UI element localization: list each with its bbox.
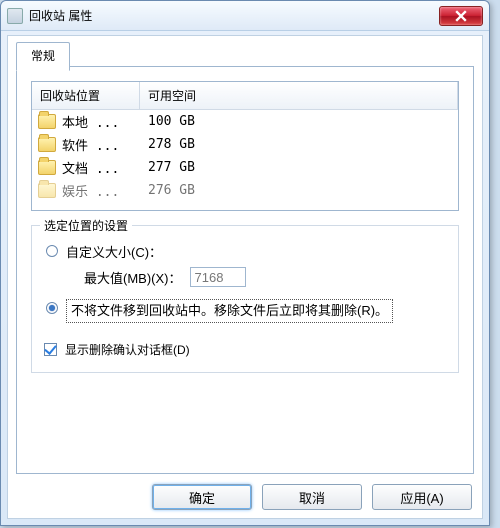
location-name: 娱乐 ...: [62, 181, 148, 200]
listview-body: 本地 ... 100 GB 软件 ... 278 GB 文档 ... 277 G…: [32, 110, 458, 202]
folder-icon: [38, 160, 56, 175]
dialog-buttons: 确定 取消 应用(A): [152, 484, 472, 510]
button-label: 确定: [189, 488, 215, 507]
location-name: 软件 ...: [62, 135, 148, 154]
location-listview[interactable]: 回收站位置 可用空间 本地 ... 100 GB 软件 ... 278 GB: [31, 81, 459, 211]
location-name: 文档 ...: [62, 158, 148, 177]
recycle-bin-icon: [7, 8, 23, 24]
radio-custom-size[interactable]: [46, 245, 58, 257]
client-area: 常规 回收站位置 可用空间 本地 ... 100 GB 软件 .: [7, 35, 483, 519]
list-item[interactable]: 软件 ... 278 GB: [32, 133, 458, 156]
list-item[interactable]: 文档 ... 277 GB: [32, 156, 458, 179]
folder-icon: [38, 114, 56, 129]
option-custom-size[interactable]: 自定义大小(C)：: [44, 242, 446, 261]
option-label: 自定义大小(C)：: [66, 242, 162, 261]
location-name: 本地 ...: [62, 112, 148, 131]
free-space: 277 GB: [148, 160, 195, 175]
option-no-move[interactable]: 不将文件移到回收站中。移除文件后立即将其删除(R)。: [44, 299, 446, 323]
max-size-row: 最大值(MB)(X)：: [84, 267, 446, 287]
list-item[interactable]: 本地 ... 100 GB: [32, 110, 458, 133]
properties-window: 回收站 属性 常规 回收站位置 可用空间 本地 ...: [0, 0, 490, 526]
close-icon: [455, 10, 467, 22]
cancel-button[interactable]: 取消: [262, 484, 362, 510]
tab-label: 常规: [31, 49, 55, 63]
confirm-delete-row[interactable]: 显示删除确认对话框(D): [44, 341, 446, 358]
free-space: 276 GB: [148, 183, 195, 198]
tab-general[interactable]: 常规: [16, 42, 70, 71]
max-size-label: 最大值(MB)(X)：: [84, 268, 182, 287]
button-label: 取消: [299, 488, 325, 507]
column-freespace[interactable]: 可用空间: [140, 82, 458, 110]
checkbox-label: 显示删除确认对话框(D): [65, 341, 190, 358]
list-item[interactable]: 娱乐 ... 276 GB: [32, 179, 458, 202]
free-space: 278 GB: [148, 137, 195, 152]
settings-groupbox: 选定位置的设置 自定义大小(C)： 最大值(MB)(X)： 不将文件移到回收站中…: [31, 225, 459, 373]
ok-button[interactable]: 确定: [152, 484, 252, 510]
column-location[interactable]: 回收站位置: [32, 82, 140, 110]
tab-panel-general: 回收站位置 可用空间 本地 ... 100 GB 软件 ... 278 GB: [16, 66, 474, 474]
folder-icon: [38, 183, 56, 198]
window-title: 回收站 属性: [29, 7, 439, 24]
option-label: 不将文件移到回收站中。移除文件后立即将其删除(R)。: [66, 299, 393, 323]
listview-header: 回收站位置 可用空间: [32, 82, 458, 110]
titlebar[interactable]: 回收站 属性: [1, 1, 489, 31]
free-space: 100 GB: [148, 114, 195, 129]
button-label: 应用(A): [400, 488, 443, 507]
tabstrip: 常规: [16, 42, 70, 68]
radio-no-move[interactable]: [46, 302, 58, 314]
groupbox-title: 选定位置的设置: [40, 217, 132, 234]
apply-button[interactable]: 应用(A): [372, 484, 472, 510]
close-button[interactable]: [439, 6, 483, 26]
folder-icon: [38, 137, 56, 152]
checkbox-confirm-delete[interactable]: [44, 343, 57, 356]
max-size-input[interactable]: [190, 267, 246, 287]
